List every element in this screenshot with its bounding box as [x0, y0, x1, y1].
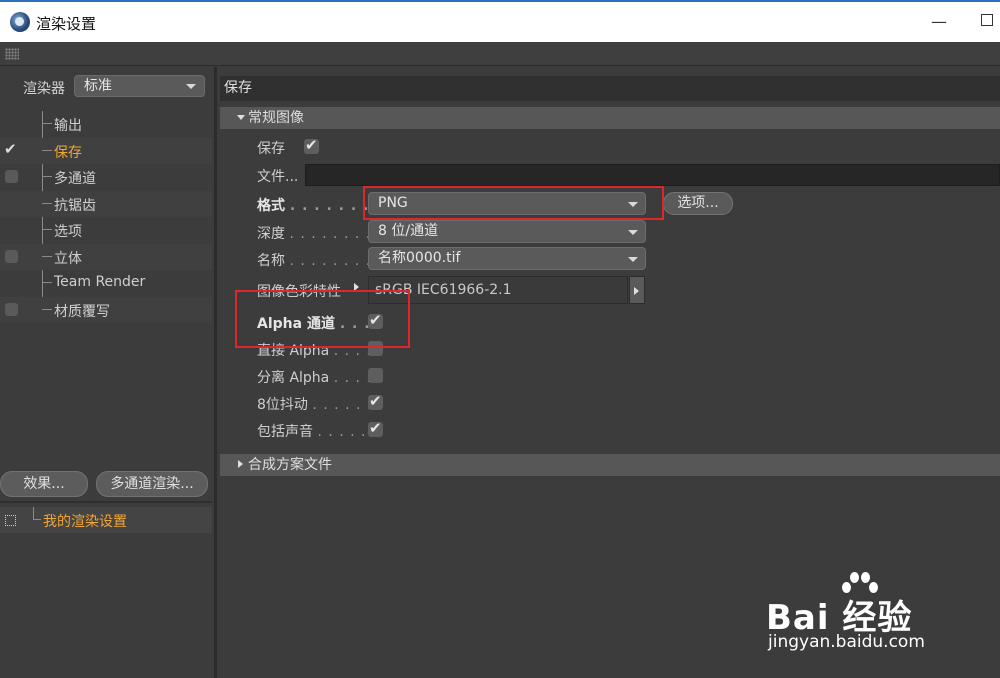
tree-item-label: 多通道: [54, 171, 96, 187]
tree-item-label: 选项: [54, 224, 82, 240]
tree-item[interactable]: 输出: [0, 111, 212, 138]
tree-connector: [42, 282, 52, 283]
profile-expand-button[interactable]: [629, 276, 645, 304]
format-highlight-box: [363, 186, 664, 220]
dither-row: 8位抖动 . . . . . . . ✔: [217, 390, 1000, 416]
divider: [0, 501, 212, 503]
tree-connector: [33, 519, 41, 520]
tree-item-label: Team Render: [54, 274, 146, 290]
depth-value: 8 位/通道: [378, 223, 439, 239]
section-title: 保存: [220, 76, 1000, 101]
save-label: 保存: [257, 141, 285, 157]
depth-row: 深度 . . . . . . . . . 8 位/通道: [217, 219, 1000, 245]
group-regular-image[interactable]: 常规图像: [220, 107, 1000, 129]
tree-item-label: 保存: [54, 144, 82, 161]
depth-select[interactable]: 8 位/通道: [368, 220, 646, 243]
triangle-right-icon: [238, 460, 243, 468]
preset-icon: [5, 515, 16, 526]
name-select[interactable]: 名称0000.tif: [368, 247, 646, 270]
name-label: 名称 . . . . . . . . .: [257, 253, 383, 269]
tree-item-checkbox[interactable]: [5, 302, 18, 316]
depth-label: 深度 . . . . . . . . .: [257, 226, 383, 242]
cinema4d-logo-icon: [10, 12, 30, 32]
left-buttons: 效果... 多通道渲染...: [0, 471, 212, 497]
tree-item-checkbox[interactable]: [5, 249, 18, 263]
sound-label: 包括声音 . . . . . .: [257, 424, 378, 440]
check-icon: ✔: [305, 136, 318, 154]
dither-label: 8位抖动 . . . . . . .: [257, 397, 384, 413]
renderer-select[interactable]: 标准: [74, 75, 205, 97]
file-path-input[interactable]: [305, 164, 1000, 186]
dither-checkbox[interactable]: ✔: [368, 392, 383, 410]
render-settings-window: 渲染设置 — 渲染器 标准 输出 ✔ 保存多通道抗锯齿选项立体 Team Render…: [0, 0, 1000, 678]
tree-connector: [42, 149, 52, 151]
toolbar-strip: [0, 42, 1000, 66]
check-icon: ✔: [369, 419, 382, 437]
effects-button[interactable]: 效果...: [0, 471, 88, 497]
renderer-value: 标准: [84, 78, 112, 94]
tree-item[interactable]: Team Render: [0, 270, 212, 297]
tree-item-checkbox[interactable]: [5, 170, 18, 183]
grip-icon[interactable]: [5, 48, 19, 60]
chevron-down-icon: [628, 257, 638, 262]
tree-item-label: 立体: [54, 250, 82, 267]
chevron-down-icon: [628, 230, 638, 235]
settings-tree: 输出 ✔ 保存多通道抗锯齿选项立体 Team Render 材质覆写: [0, 111, 212, 323]
check-icon[interactable]: ✔: [4, 140, 17, 158]
preset-item[interactable]: 我的渲染设置: [0, 507, 212, 533]
file-label: 文件...: [257, 169, 299, 185]
sound-checkbox[interactable]: ✔: [368, 419, 383, 437]
baidu-watermark: Bai 经验 jingyan.baidu.com: [760, 570, 990, 660]
tree-item[interactable]: 选项: [0, 217, 212, 244]
tree-item-label: 材质覆写: [54, 303, 110, 320]
tree-item-label: 抗锯齿: [54, 197, 96, 214]
group-composite-file[interactable]: 合成方案文件: [220, 454, 1000, 476]
alpha-highlight-box: [235, 290, 410, 348]
tree-connector: [42, 308, 52, 310]
name-value: 名称0000.tif: [378, 250, 461, 266]
tree-item-label: 输出: [54, 118, 82, 134]
renderer-label: 渲染器: [23, 81, 65, 97]
tree-item[interactable]: 抗锯齿: [0, 190, 212, 217]
group-title: 合成方案文件: [248, 457, 332, 473]
title-bar: 渲染设置 —: [0, 0, 1000, 42]
options-button[interactable]: 选项...: [663, 192, 733, 215]
preset-label: 我的渲染设置: [43, 514, 127, 530]
tree-connector: [42, 255, 52, 257]
tree-item[interactable]: 材质覆写: [0, 296, 212, 323]
separate-alpha-row: 分离 Alpha . . . .: [217, 363, 1000, 389]
tree-connector: [42, 202, 52, 204]
name-row: 名称 . . . . . . . . . 名称0000.tif: [217, 246, 1000, 272]
chevron-down-icon: [186, 84, 196, 89]
save-row: 保存 ✔: [217, 134, 1000, 160]
tree-item[interactable]: 立体: [0, 243, 212, 270]
tree-item[interactable]: 多通道: [0, 164, 212, 191]
maximize-button[interactable]: [981, 14, 993, 26]
sound-row: 包括声音 . . . . . . ✔: [217, 417, 1000, 443]
save-checkbox[interactable]: ✔: [304, 136, 319, 154]
check-icon: ✔: [369, 392, 382, 410]
tree-connector: [42, 229, 52, 230]
tree-connector: [42, 176, 52, 177]
separate-alpha-checkbox[interactable]: [368, 368, 383, 383]
separate-alpha-label: 分离 Alpha . . . .: [257, 370, 372, 386]
tree-connector: [33, 507, 34, 519]
tree-item[interactable]: ✔ 保存: [0, 137, 212, 164]
triangle-down-icon: [237, 115, 245, 120]
multipass-render-button[interactable]: 多通道渲染...: [96, 471, 208, 497]
file-row: 文件...: [217, 162, 1000, 188]
minimize-button[interactable]: —: [931, 12, 947, 31]
window-title: 渲染设置: [36, 15, 97, 33]
left-panel: 渲染器 标准 输出 ✔ 保存多通道抗锯齿选项立体 Team Render 材质覆写 效果…: [0, 67, 212, 678]
group-title: 常规图像: [248, 110, 304, 126]
watermark-url: jingyan.baidu.com: [768, 632, 925, 652]
tree-connector: [42, 123, 52, 124]
